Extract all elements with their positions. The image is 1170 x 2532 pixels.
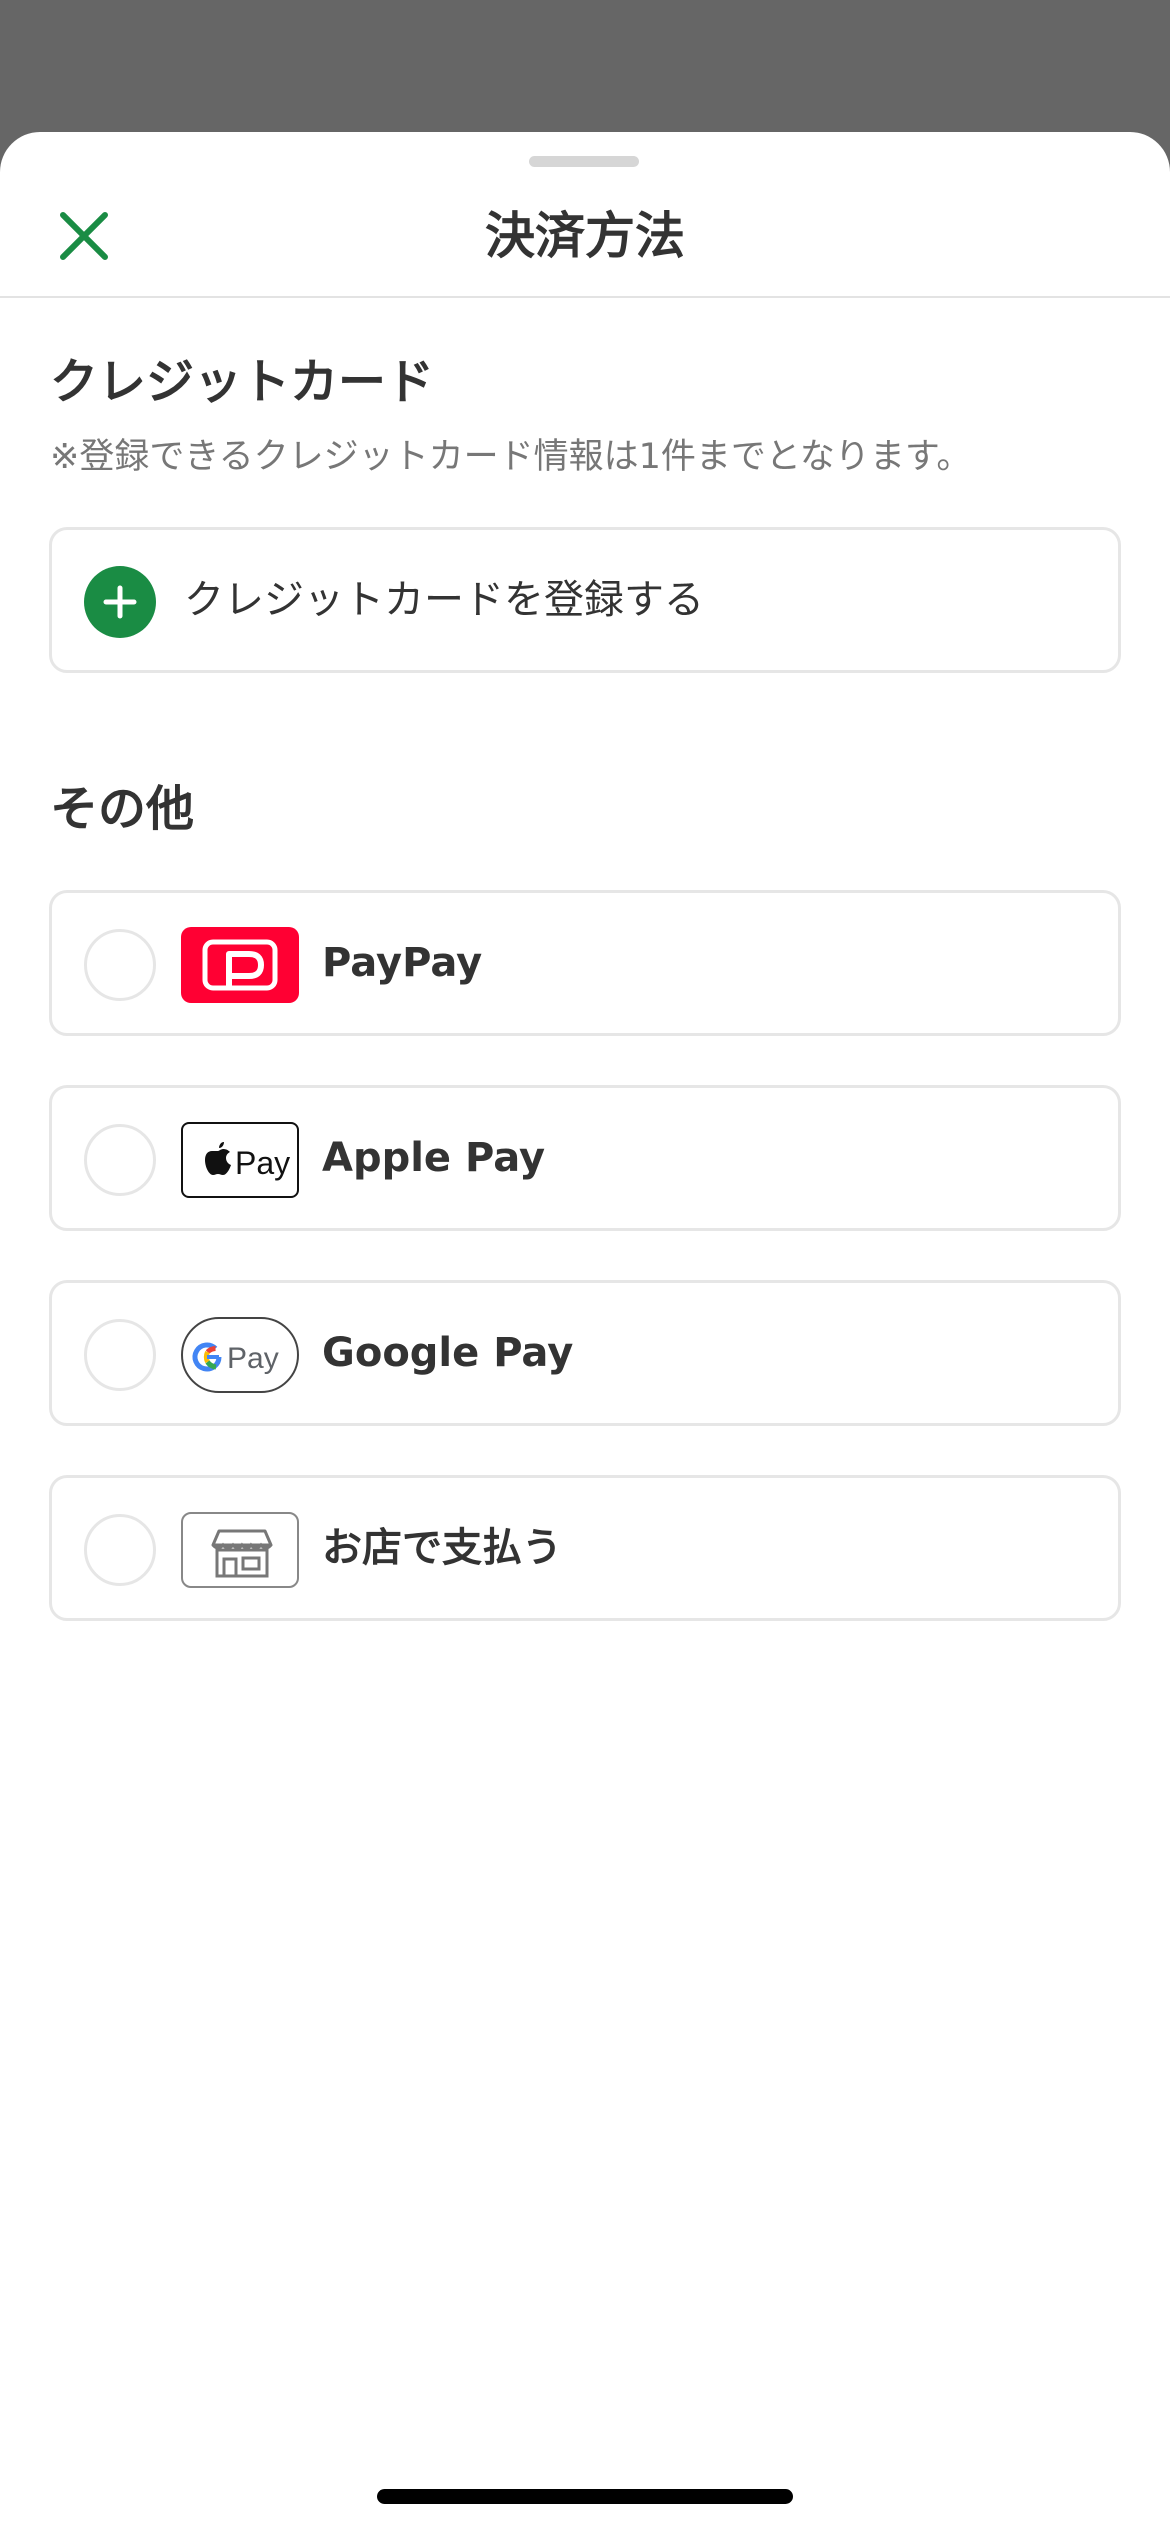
payment-option-label: PayPay: [322, 940, 483, 986]
screen: 決済方法 クレジットカード ※登録できるクレジットカード情報は1件までとなります…: [0, 0, 1170, 2532]
paypay-logo-icon: [181, 927, 299, 1003]
payment-option-pay-at-store[interactable]: お店で支払う: [49, 1475, 1121, 1621]
credit-card-note: ※登録できるクレジットカード情報は1件までとなります。: [50, 437, 972, 477]
google-pay-logo-text: Pay: [227, 1342, 279, 1375]
credit-card-section-title: クレジットカード: [50, 354, 435, 410]
page-title: 決済方法: [485, 207, 685, 265]
add-credit-card-button[interactable]: クレジットカードを登録する: [49, 527, 1121, 673]
radio-button[interactable]: [84, 1124, 156, 1196]
payment-option-label: Google Pay: [322, 1330, 574, 1376]
add-credit-card-label: クレジットカードを登録する: [184, 577, 704, 623]
payment-option-google-pay[interactable]: Pay Google Pay: [49, 1280, 1121, 1426]
payment-option-paypay[interactable]: PayPay: [49, 890, 1121, 1036]
payment-option-label: Apple Pay: [322, 1135, 546, 1181]
other-section-title: その他: [50, 781, 195, 837]
payment-option-apple-pay[interactable]: Pay Apple Pay: [49, 1085, 1121, 1231]
radio-button[interactable]: [84, 929, 156, 1001]
payment-method-sheet: 決済方法 クレジットカード ※登録できるクレジットカード情報は1件までとなります…: [0, 132, 1170, 2532]
radio-button[interactable]: [84, 1514, 156, 1586]
payment-option-label: お店で支払う: [322, 1525, 562, 1571]
radio-button[interactable]: [84, 1319, 156, 1391]
sheet-header: 決済方法: [0, 132, 1170, 298]
home-indicator: [377, 2489, 793, 2504]
store-icon: [181, 1512, 299, 1588]
google-pay-logo-icon: Pay: [181, 1317, 299, 1393]
apple-pay-logo-text: Pay: [235, 1145, 290, 1181]
apple-pay-logo-icon: Pay: [181, 1122, 299, 1198]
plus-circle-icon: [84, 566, 156, 638]
